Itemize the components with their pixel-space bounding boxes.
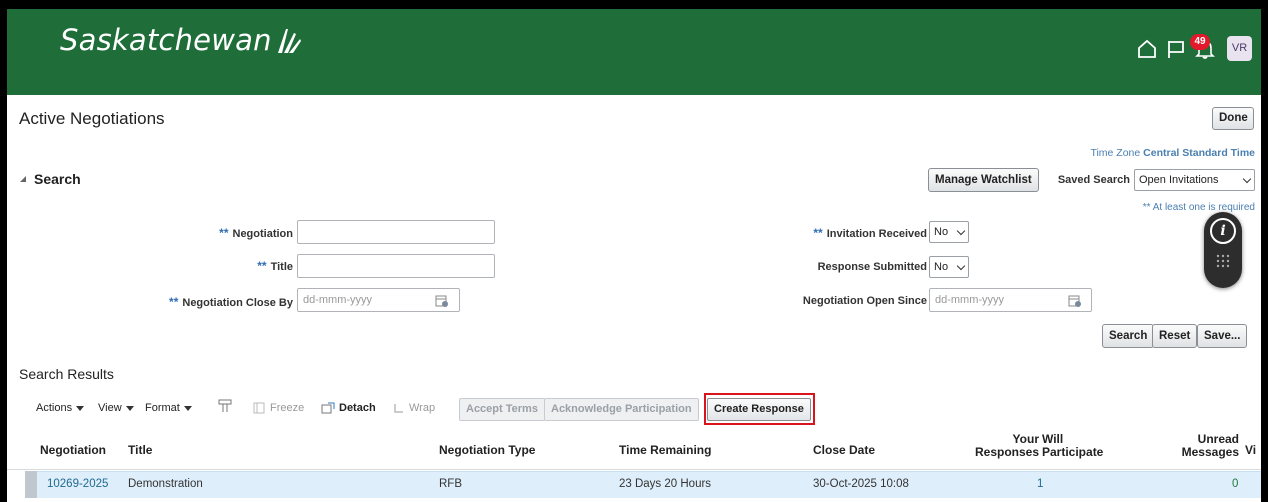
open-since-label: Negotiation Open Since — [802, 295, 927, 307]
floating-assistant-widget[interactable]: i — [1204, 212, 1242, 288]
invitation-received-label: ** Invitation Received — [777, 226, 927, 240]
negotiation-label: ** Negotiation — [167, 226, 293, 240]
timezone-text: Time Zone Central Standard Time — [1090, 147, 1255, 159]
saved-search-select[interactable]: Open Invitations — [1134, 169, 1255, 191]
save-search-button[interactable]: Save... — [1197, 324, 1248, 348]
cell-unread-messages-link[interactable]: 0 — [1232, 478, 1238, 490]
search-results-title: Search Results — [19, 366, 114, 382]
create-response-highlight — [704, 393, 815, 425]
negotiation-label-text: Negotiation — [232, 228, 294, 240]
flag-icon[interactable] — [1165, 38, 1187, 60]
freeze-label: Freeze — [270, 402, 305, 414]
search-section-header[interactable]: Search — [20, 171, 81, 187]
calendar-icon[interactable] — [1068, 294, 1082, 307]
caret-down-icon — [76, 405, 85, 411]
wrap-label: Wrap — [409, 402, 436, 414]
brand-text: Saskatchewan — [60, 23, 272, 57]
invitation-received-select[interactable]: No — [929, 221, 969, 243]
wrap-icon — [394, 404, 403, 413]
col-will-participate-line2: Participate — [1042, 445, 1104, 459]
caret-down-icon — [183, 405, 192, 411]
col-will-participate[interactable]: Will Participate — [1042, 433, 1103, 459]
detach-icon — [321, 402, 335, 414]
close-by-label: ** Negotiation Close By — [137, 295, 293, 309]
required-marker: ** — [219, 226, 229, 240]
view-label: View — [98, 402, 122, 414]
col-title[interactable]: Title — [128, 443, 152, 457]
search-button[interactable]: Search — [1102, 324, 1155, 348]
col-negotiation-type[interactable]: Negotiation Type — [439, 443, 535, 457]
chevron-down-icon — [956, 261, 966, 271]
collapse-triangle-icon[interactable] — [20, 176, 26, 182]
freeze-button[interactable]: Freeze — [253, 402, 304, 414]
required-marker: ** — [257, 259, 267, 273]
title-label-text: Title — [270, 261, 293, 273]
saved-search-label: Saved Search — [1057, 174, 1130, 186]
response-submitted-select[interactable]: No — [929, 256, 969, 278]
global-header: Saskatchewan 49 VR — [7, 9, 1261, 95]
detach-button[interactable]: Detach — [321, 402, 376, 414]
acknowledge-participation-button[interactable]: Acknowledge Participation — [544, 398, 699, 421]
manage-watchlist-button[interactable]: Manage Watchlist — [928, 168, 1039, 192]
columns-icon[interactable] — [218, 399, 232, 413]
search-title: Search — [34, 171, 81, 187]
page-title: Active Negotiations — [19, 109, 165, 128]
view-menu[interactable]: View — [98, 402, 134, 414]
format-label: Format — [145, 402, 180, 414]
detach-label: Detach — [339, 402, 376, 414]
caret-down-icon — [125, 405, 134, 411]
calendar-icon[interactable] — [435, 294, 449, 307]
cell-type: RFB — [439, 478, 462, 490]
chevron-down-icon — [956, 226, 966, 236]
negotiation-input[interactable] — [297, 220, 495, 244]
response-submitted-label: Response Submitted — [817, 261, 927, 273]
required-marker: ** — [813, 226, 823, 240]
actions-label: Actions — [36, 402, 73, 414]
close-by-label-text: Negotiation Close By — [182, 297, 293, 309]
done-button[interactable]: Done — [1212, 107, 1254, 130]
freeze-icon — [253, 402, 265, 414]
invitation-received-label-text: Invitation Received — [826, 228, 927, 240]
col-your-responses-line2: Responses — [975, 445, 1040, 459]
home-icon[interactable] — [1136, 38, 1158, 60]
results-table-header: Negotiation Title Negotiation Type Time … — [7, 429, 1261, 470]
row-selector[interactable] — [25, 471, 37, 498]
wrap-button[interactable]: Wrap — [393, 402, 435, 414]
required-marker: ** — [169, 295, 179, 309]
chevron-down-icon — [1242, 174, 1252, 184]
cell-negotiation-link[interactable]: 10269-2025 — [47, 478, 108, 490]
user-avatar[interactable]: VR — [1227, 36, 1252, 61]
wheat-icon — [277, 29, 301, 53]
keypad-icon[interactable] — [1216, 254, 1230, 268]
col-view-truncated[interactable]: Vi — [1245, 443, 1256, 457]
response-submitted-value: No — [934, 261, 949, 273]
cell-your-responses-link[interactable]: 1 — [1037, 478, 1043, 490]
cell-time-remaining: 23 Days 20 Hours — [619, 478, 712, 490]
cell-title: Demonstration — [128, 478, 203, 490]
col-close-date[interactable]: Close Date — [813, 443, 875, 457]
info-icon[interactable]: i — [1210, 218, 1236, 244]
actions-menu[interactable]: Actions — [36, 402, 85, 414]
col-unread-messages[interactable]: Unread Messages — [1177, 433, 1239, 459]
accept-terms-button[interactable]: Accept Terms — [459, 398, 545, 421]
timezone-value: Central Standard Time — [1143, 147, 1255, 159]
timezone-prefix: Time Zone — [1090, 147, 1144, 159]
reset-button[interactable]: Reset — [1152, 324, 1198, 348]
col-time-remaining[interactable]: Time Remaining — [619, 443, 711, 457]
at-least-one-note: ** At least one is required — [1142, 202, 1255, 213]
cell-close-date: 30-Oct-2025 10:08 — [813, 478, 909, 490]
notification-badge: 49 — [1190, 34, 1210, 50]
title-input[interactable] — [297, 254, 495, 278]
saved-search-value: Open Invitations — [1139, 174, 1219, 186]
invitation-received-value: No — [934, 226, 949, 238]
format-menu[interactable]: Format — [145, 402, 192, 414]
title-label: ** Title — [167, 259, 293, 273]
saskatchewan-logo[interactable]: Saskatchewan — [60, 23, 302, 57]
col-your-responses[interactable]: Your Responses — [975, 433, 1039, 459]
app-frame: Saskatchewan 49 VR Active Negotiations D… — [7, 9, 1261, 502]
col-unread-line2: Messages — [1181, 445, 1239, 459]
col-negotiation[interactable]: Negotiation — [40, 443, 106, 457]
